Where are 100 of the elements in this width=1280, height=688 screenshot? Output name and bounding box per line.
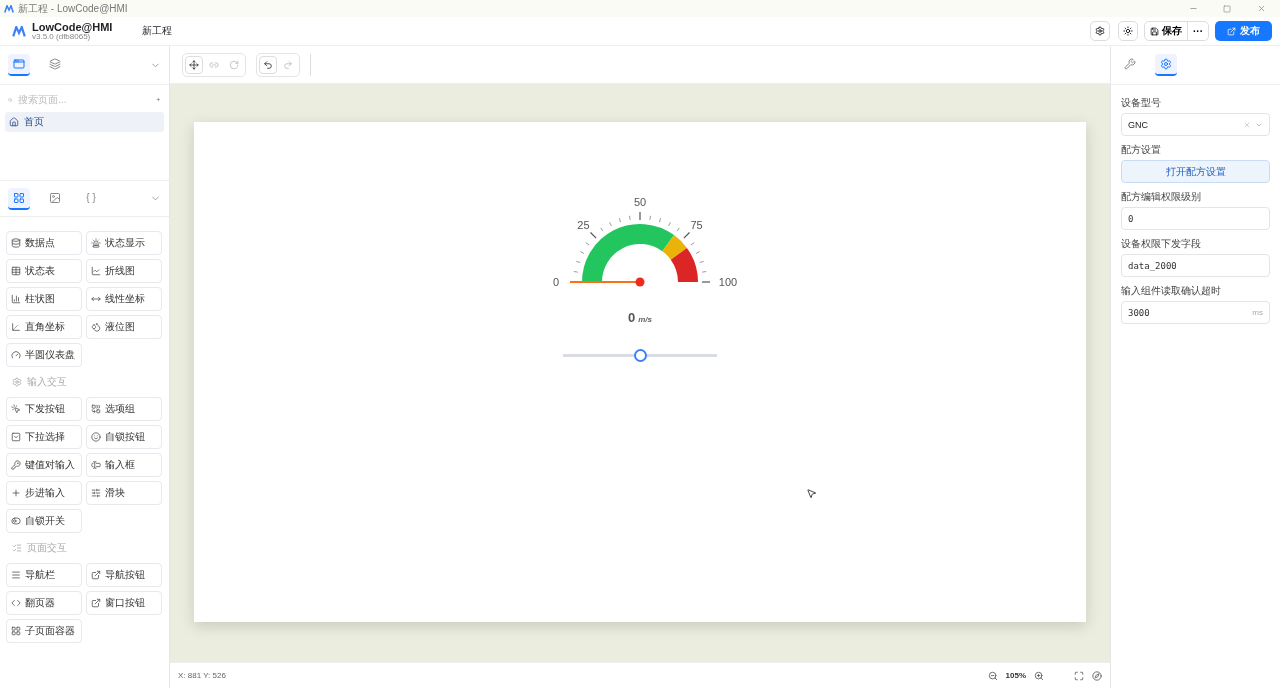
move-tool-button[interactable] [185, 55, 203, 74]
grid-icon [13, 191, 25, 204]
component-label: 柱状图 [25, 292, 55, 306]
link-icon [209, 59, 219, 70]
field-label: 输入组件读取确认超时 [1121, 284, 1222, 298]
more-button[interactable]: ··· [1187, 22, 1208, 40]
gauge-tick-label: 25 [577, 219, 590, 232]
page-label: 首页 [24, 115, 44, 129]
text-input-icon [91, 460, 101, 470]
sliders-icon [91, 488, 101, 498]
gear-icon [12, 377, 22, 387]
component-item[interactable]: 子页面容器 [6, 619, 82, 643]
input-field[interactable]: 0 [1121, 207, 1270, 230]
publish-button[interactable]: 发布 [1215, 21, 1272, 41]
component-item[interactable]: 翻页器 [6, 591, 82, 615]
list-icon [12, 543, 22, 553]
window-tab[interactable] [8, 54, 30, 76]
redo-icon [283, 59, 293, 70]
toggle-icon [11, 516, 21, 526]
code-tab[interactable]: { } [80, 187, 102, 210]
slider-thumb[interactable] [634, 349, 647, 362]
fullscreen-icon[interactable] [1074, 670, 1084, 681]
component-item[interactable]: 折线图 [86, 259, 162, 283]
component-item[interactable]: 窗口按钮 [86, 591, 162, 615]
cursor-coordinates: X: 881 Y: 526 [178, 671, 226, 680]
section-title: 页面交互 [27, 541, 67, 555]
component-item[interactable]: 液位图 [86, 315, 162, 339]
component-item[interactable]: 导航按钮 [86, 563, 162, 587]
search-field[interactable]: 搜索页面... [16, 93, 153, 106]
select-field[interactable]: GNC [1121, 113, 1270, 136]
close-icon[interactable] [1256, 4, 1266, 13]
component-label: 折线图 [105, 264, 135, 278]
menu-icon [11, 570, 21, 580]
component-label: 半圆仪表盘 [25, 348, 75, 362]
component-item[interactable]: 自锁开关 [6, 509, 82, 533]
component-item[interactable]: 步进输入 [6, 481, 82, 505]
input-field[interactable]: data_2000 [1121, 254, 1270, 277]
maximize-icon[interactable] [1223, 4, 1231, 13]
gauge-value: 0 [628, 310, 636, 325]
component-item[interactable]: 下发按钮 [6, 397, 82, 421]
component-item[interactable]: 状态显示 [86, 231, 162, 255]
page-item[interactable]: 首页 [5, 112, 164, 132]
settings-button[interactable] [1090, 21, 1110, 41]
component-label: 自锁开关 [25, 514, 65, 528]
save-icon [1150, 26, 1159, 36]
component-item[interactable]: 自锁按钮 [86, 425, 162, 449]
component-label: 输入框 [105, 458, 135, 472]
component-item[interactable]: 选项组 [86, 397, 162, 421]
component-label: 窗口按钮 [105, 596, 145, 610]
zoom-out-icon[interactable] [987, 670, 998, 681]
zoom-level: 105% [1005, 671, 1026, 680]
undo-button[interactable] [259, 55, 277, 74]
component-item[interactable]: 滑块 [86, 481, 162, 505]
settings-tab[interactable] [1155, 54, 1177, 76]
component-label: 自锁按钮 [105, 430, 145, 444]
component-item[interactable]: 下拉选择 [6, 425, 82, 449]
gauge-tick-label: 100 [718, 276, 738, 288]
external-link-icon [91, 570, 101, 580]
mouse-cursor-icon [806, 488, 817, 499]
component-item[interactable]: 线性坐标 [86, 287, 162, 311]
grid-tab[interactable] [8, 187, 30, 210]
input-field[interactable]: 3000 ms [1121, 301, 1270, 324]
component-item[interactable]: 键值对输入 [6, 453, 82, 477]
database-icon [11, 238, 21, 248]
component-label: 滑块 [105, 486, 125, 500]
version-text: v3.5.0 (dfb8065) [32, 32, 91, 41]
alarm-icon [91, 238, 101, 248]
field-label: 设备权限下发字段 [1121, 237, 1202, 251]
component-item[interactable]: 数据点 [6, 231, 82, 255]
theme-button[interactable] [1118, 21, 1138, 41]
window-icon [13, 58, 25, 70]
gauge-tick-label: 50 [633, 196, 647, 208]
code-icon [11, 598, 21, 608]
component-label: 下拉选择 [25, 430, 65, 444]
component-label: 翻页器 [25, 596, 55, 610]
external-link-icon [91, 598, 101, 608]
section-title: 输入交互 [27, 375, 67, 389]
component-item[interactable]: 导航栏 [6, 563, 82, 587]
component-item[interactable]: 直角坐标 [6, 315, 82, 339]
component-label: 选项组 [105, 402, 135, 416]
unit-suffix: ms [1252, 308, 1263, 317]
component-label: 数据点 [25, 236, 55, 250]
table-icon [11, 266, 21, 276]
logo-icon [12, 25, 26, 37]
component-item[interactable]: 柱状图 [6, 287, 82, 311]
open-recipe-button[interactable]: 打开配方设置 [1121, 160, 1270, 183]
sun-icon [1123, 26, 1133, 36]
component-label: 直角坐标 [25, 320, 65, 334]
bar-chart-icon [11, 294, 21, 304]
component-label: 状态显示 [105, 236, 145, 250]
zoom-in-icon[interactable] [1034, 670, 1044, 681]
compass-icon[interactable] [1092, 670, 1102, 681]
gear-icon [1095, 26, 1105, 36]
component-item[interactable]: 输入框 [86, 453, 162, 477]
component-label: 状态表 [25, 264, 55, 278]
settings-icon [1160, 58, 1172, 70]
component-item[interactable]: 半圆仪表盘 [6, 343, 82, 367]
component-item[interactable]: 状态表 [6, 259, 82, 283]
component-label: 键值对输入 [25, 458, 75, 472]
move-icon [189, 59, 199, 70]
